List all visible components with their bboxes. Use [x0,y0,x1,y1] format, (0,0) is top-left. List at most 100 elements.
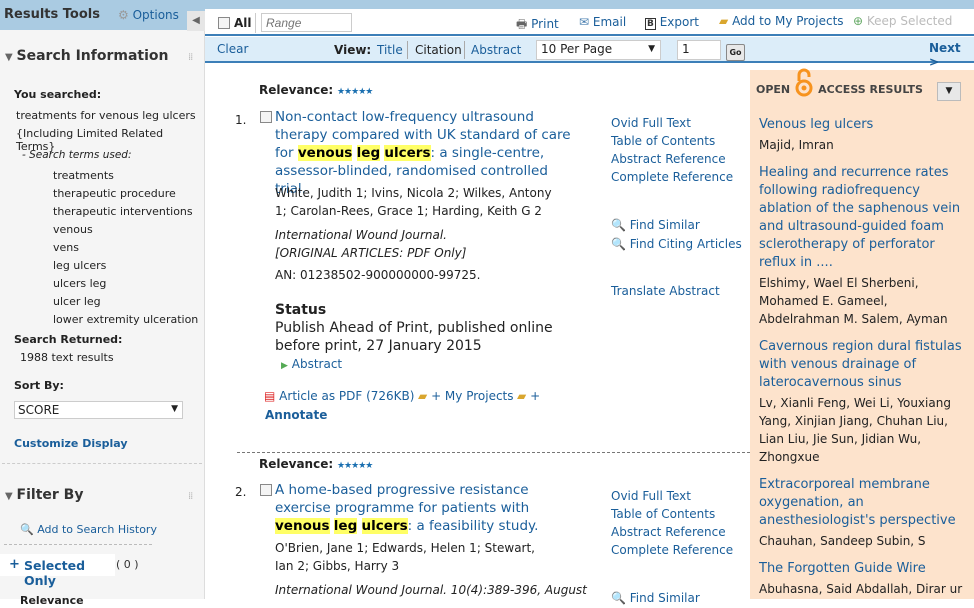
result-checkbox[interactable] [260,111,272,123]
search-term: leg ulcers [53,259,107,272]
find-similar-link[interactable]: 🔍 Find Similar [611,591,700,605]
next-filter-section[interactable]: Relevance [20,594,84,607]
page-number-input[interactable]: 1 [677,40,721,60]
per-page-select[interactable]: 10 Per Page ▼ [536,40,661,60]
print-button[interactable]: 🖶 Print [516,15,559,36]
drag-handle-icon[interactable]: ⁞⁞ [188,52,193,63]
oa-item-title[interactable]: Healing and recurrence rates following r… [759,164,964,272]
relevance-label: Relevance: [259,83,334,97]
table-of-contents-link[interactable]: Table of Contents [611,505,733,523]
ovid-full-text-link[interactable]: Ovid Full Text [611,114,733,132]
oa-item-title[interactable]: Venous leg ulcers [759,116,964,134]
search-term: vens [53,241,79,254]
results-tools-sidebar: Results Tools ⚙ Options ◀ ▼ Search Infor… [0,0,205,607]
result-checkbox[interactable] [260,484,272,496]
annotate-link[interactable]: Annotate [265,408,327,422]
pdf-label: Article as PDF (726KB) [279,389,415,403]
table-of-contents-link[interactable]: Table of Contents [611,132,733,150]
oa-item-authors: Chauhan, Sandeep Subin, S [759,534,926,548]
highlight: leg [333,518,358,534]
stars-icon: ★★★★★ [336,461,373,471]
complete-reference-link[interactable]: Complete Reference [611,541,733,559]
open-access-menu-dropdown[interactable]: ▼ [937,82,961,101]
article-pdf-link[interactable]: ▤ Article as PDF (726KB) [264,389,414,403]
add-my-projects-link[interactable]: ▰ + My Projects [418,389,514,403]
view-title-link[interactable]: Title [377,43,403,57]
oa-item-title[interactable]: The Forgotten Guide Wire [759,560,964,578]
export-button[interactable]: B Export [645,15,699,30]
magnifier-plus-icon: ⊕ [853,14,864,28]
select-all-checkbox[interactable] [218,17,230,29]
abstract-reference-link[interactable]: Abstract Reference [611,523,733,541]
query-text: treatments for venous leg ulcers [16,109,196,122]
search-term: lower extremity ulceration [53,313,199,326]
triangle-down-icon: ▼ [5,52,13,63]
view-bar: Clear View: Title Citation Abstract 10 P… [205,37,974,69]
export-icon: B [645,18,656,30]
abstract-reference-link[interactable]: Abstract Reference [611,150,733,168]
search-information-header[interactable]: ▼ Search Information [5,48,169,64]
highlight: ulcers [384,145,431,161]
complete-reference-link[interactable]: Complete Reference [611,168,733,186]
highlight: venous [297,145,353,161]
filter-by-header[interactable]: ▼ Filter By [5,487,83,503]
translate-abstract-link[interactable]: Translate Abstract [611,284,720,298]
view-label: View: [334,43,372,57]
customize-display-link[interactable]: Customize Display [14,437,128,450]
page-value: 1 [682,42,690,56]
find-citing-link[interactable]: 🔍 Find Citing Articles [611,237,742,251]
drag-handle-icon[interactable]: ⁞⁞ [188,491,193,502]
oa-item-authors: Abuhasna, Said Abdallah, Dirar ur [759,582,963,596]
abstract-toggle[interactable]: ▶ Abstract [281,357,342,371]
range-input[interactable] [261,13,352,32]
sort-by-select[interactable]: SCORE ▼ [14,401,183,419]
add-to-my-projects-button[interactable]: ▰ Add to My Projects [719,14,844,28]
find-similar-label: Find Similar [629,591,700,605]
oa-item-authors: Elshimy, Wael El Sherbeni, Mohamed E. Ga… [759,276,948,326]
find-similar-link[interactable]: 🔍 Find Similar [611,218,700,232]
selected-only-label: Selected Only [24,558,86,588]
chevron-down-icon: ▼ [171,404,178,414]
abstract-label: Abstract [291,357,343,371]
search-add-icon: 🔍 [20,523,34,536]
collapse-sidebar-icon[interactable]: ◀ [187,11,205,31]
select-all-label: All [234,16,252,30]
plus-label: + [530,389,541,403]
result-number: 1. [235,113,247,127]
per-page-value: 10 Per Page [541,42,613,56]
result-journal-note: [ORIGINAL ARTICLES: PDF Only] [275,246,467,260]
open-label: OPEN [756,82,791,96]
result-authors: White, Judith 1; Ivins, Nicola 2; Wilkes… [275,186,552,218]
print-label: Print [531,17,559,31]
annotate-icon-link[interactable]: ▰ + [517,389,540,403]
next-page-link[interactable]: Next > [929,41,974,69]
status-text: Publish Ahead of Print, published online… [275,320,553,354]
keep-selected-button[interactable]: ⊕ Keep Selected [853,14,952,28]
clear-link[interactable]: Clear [217,42,248,56]
access-results-label: ACCESS RESULTS [818,82,923,96]
ovid-full-text-link[interactable]: Ovid Full Text [611,487,733,505]
chevron-down-icon: ▼ [648,44,655,54]
options-button[interactable]: ⚙ Options [118,8,179,22]
result-authors: O'Brien, Jane 1; Edwards, Helen 1; Stewa… [275,541,535,573]
highlight: leg [356,145,381,161]
add-projects-label: Add to My Projects [732,14,844,28]
add-history-label: Add to Search History [37,523,157,536]
oa-item-title[interactable]: Extracorporeal membrane oxygenation, an … [759,476,964,530]
result-links: Ovid Full Text Table of Contents Abstrac… [611,114,733,186]
relevance-label: Relevance: [259,457,334,471]
view-citation-link[interactable]: Citation [415,43,462,57]
selected-only-filter[interactable]: + Selected Only [0,554,115,588]
go-button[interactable]: Go [726,44,745,61]
result-title-link[interactable]: A home-based progressive resistance exer… [275,481,580,535]
oa-item-title[interactable]: Cavernous region dural fistulas with ven… [759,338,964,392]
search-term: treatments [53,169,114,182]
view-abstract-link[interactable]: Abstract [471,43,521,57]
divider [2,463,202,464]
you-searched-label: You searched: [14,88,102,101]
result-number: 2. [235,485,247,499]
email-button[interactable]: ✉ Email [579,15,626,29]
results-count: 1988 text results [20,351,114,364]
add-to-search-history-button[interactable]: 🔍 Add to Search History [20,523,157,536]
sidebar-title: Results Tools [4,7,100,22]
